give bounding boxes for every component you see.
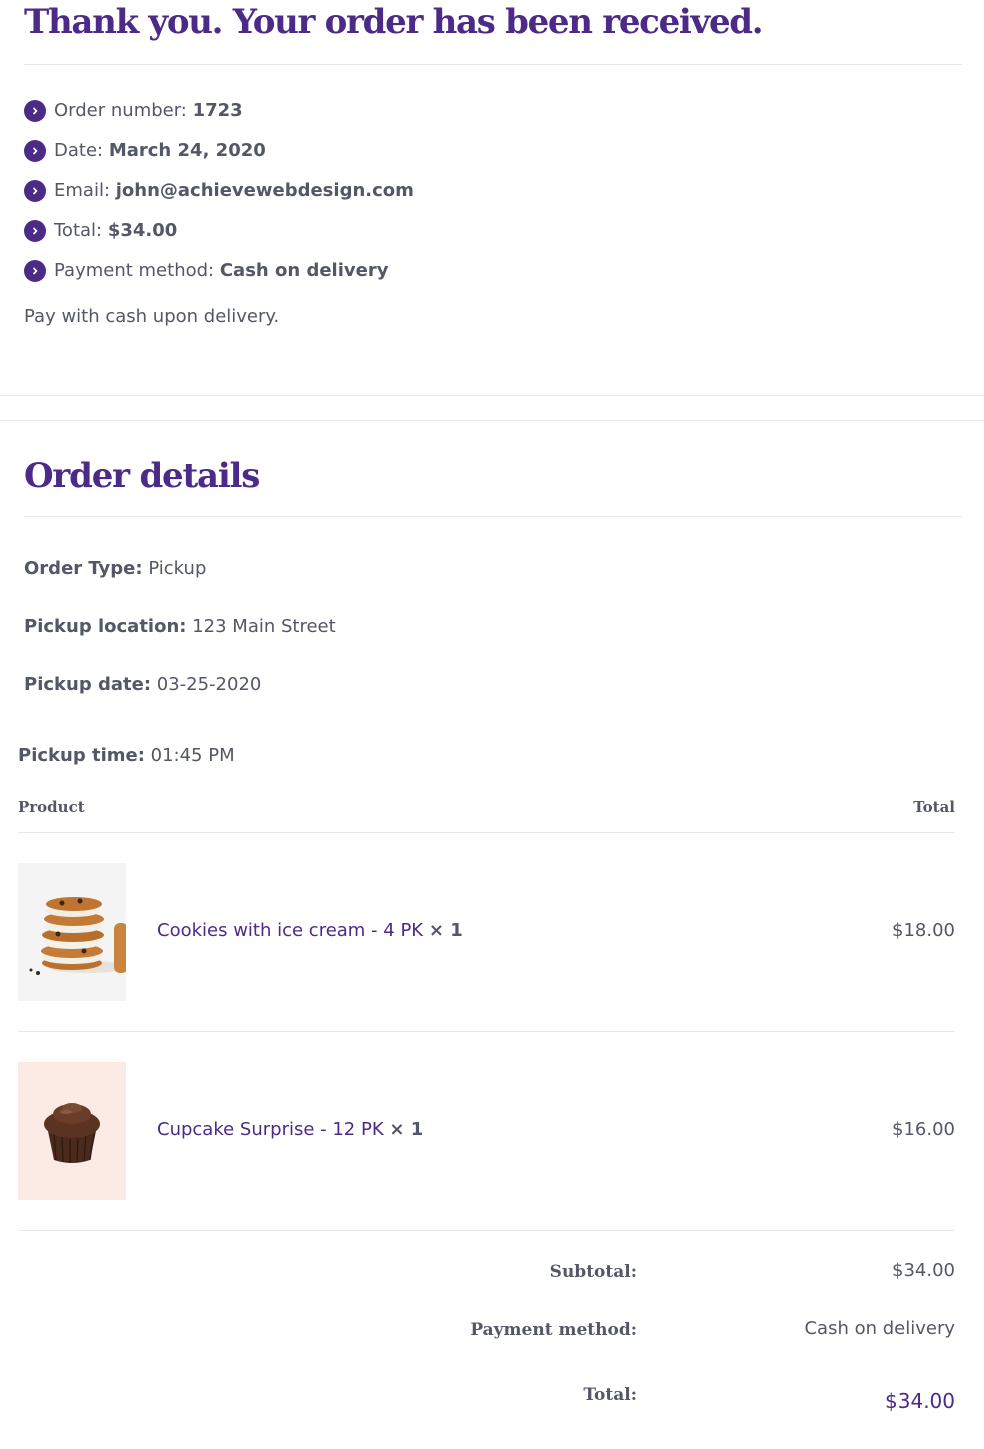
chevron-right-icon	[24, 220, 46, 242]
pickup-time-label: Pickup time:	[18, 745, 145, 766]
order-type-value: Pickup	[148, 558, 207, 579]
order-details-divider	[24, 516, 962, 517]
table-divider	[18, 832, 955, 833]
pickup-date-label: Pickup date:	[24, 674, 152, 695]
column-header-product: Product	[18, 798, 85, 816]
product-quantity: × 1	[428, 920, 463, 941]
chevron-right-icon	[24, 260, 46, 282]
order-type-label: Order Type:	[24, 558, 143, 579]
subtotal-label: Subtotal:	[549, 1262, 637, 1282]
overview-payment-method: Payment method: Cash on delivery	[24, 260, 414, 300]
overview-label: Order number:	[54, 100, 187, 121]
table-row-divider	[18, 1031, 955, 1032]
payment-method-label: Payment method:	[470, 1320, 637, 1340]
order-type: Order Type: Pickup	[24, 558, 206, 579]
payment-method-value: Cash on delivery	[804, 1318, 955, 1339]
overview-value: john@achievewebdesign.com	[115, 180, 414, 201]
table-row-divider	[18, 1230, 955, 1231]
chevron-right-icon	[24, 140, 46, 162]
overview-order-number: Order number: 1723	[24, 100, 414, 140]
pickup-date: Pickup date: 03-25-2020	[24, 674, 261, 695]
cupcake-image[interactable]	[18, 1062, 126, 1200]
overview-value: 1723	[192, 100, 243, 121]
section-divider	[0, 395, 984, 396]
overview-value: $34.00	[107, 220, 178, 241]
product-link[interactable]: Cookies with ice cream - 4 PK	[157, 920, 423, 941]
payment-instructions: Pay with cash upon delivery.	[24, 306, 280, 327]
overview-value: Cash on delivery	[219, 260, 389, 281]
section-divider	[0, 420, 984, 421]
title-divider	[24, 64, 962, 65]
overview-label: Date:	[54, 140, 104, 161]
product-total: $16.00	[892, 1119, 955, 1140]
overview-label: Email:	[54, 180, 111, 201]
cookies-image[interactable]	[18, 863, 126, 1001]
overview-label: Payment method:	[54, 260, 215, 281]
product-name[interactable]: Cupcake Surprise - 12 PK × 1	[157, 1119, 423, 1140]
chevron-right-icon	[24, 180, 46, 202]
product-link[interactable]: Cupcake Surprise - 12 PK	[157, 1119, 384, 1140]
product-total: $18.00	[892, 920, 955, 941]
overview-date: Date: March 24, 2020	[24, 140, 414, 180]
page-title: Thank you. Your order has been received.	[24, 2, 764, 42]
overview-value: March 24, 2020	[108, 140, 266, 161]
overview-email: Email: john@achievewebdesign.com	[24, 180, 414, 220]
pickup-location-value: 123 Main Street	[192, 616, 336, 637]
total-label: Total:	[583, 1385, 637, 1405]
column-header-total: Total	[913, 798, 955, 816]
product-name[interactable]: Cookies with ice cream - 4 PK × 1	[157, 920, 463, 941]
subtotal-value: $34.00	[892, 1260, 955, 1281]
overview-total: Total: $34.00	[24, 220, 414, 260]
pickup-location-label: Pickup location:	[24, 616, 187, 637]
product-quantity: × 1	[389, 1119, 424, 1140]
total-value: $34.00	[885, 1389, 955, 1413]
order-details-title: Order details	[24, 456, 260, 496]
overview-label: Total:	[54, 220, 103, 241]
pickup-time: Pickup time: 01:45 PM	[18, 745, 235, 766]
pickup-time-value: 01:45 PM	[150, 745, 235, 766]
pickup-location: Pickup location: 123 Main Street	[24, 616, 336, 637]
chevron-right-icon	[24, 100, 46, 122]
pickup-date-value: 03-25-2020	[156, 674, 262, 695]
order-overview: Order number: 1723 Date: March 24, 2020 …	[24, 100, 414, 300]
